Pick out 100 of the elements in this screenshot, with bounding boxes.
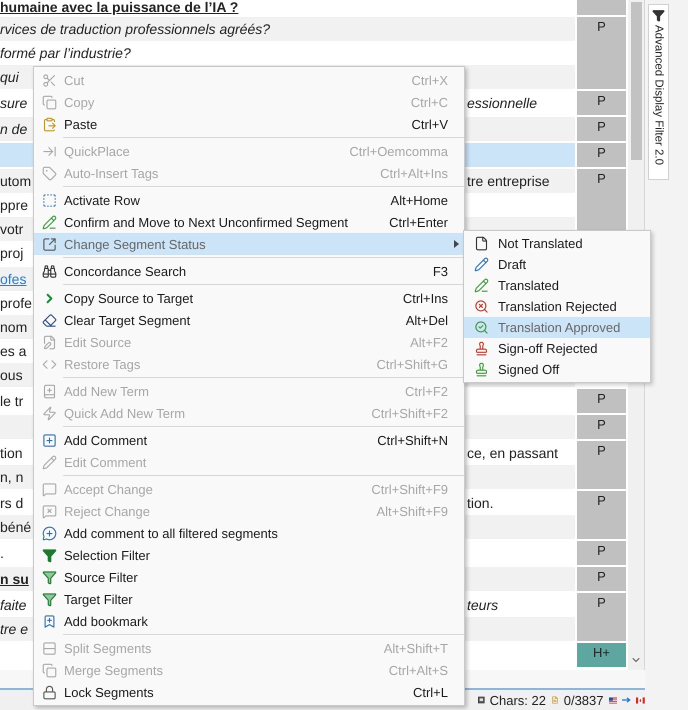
- scrollbar-thumb[interactable]: [630, 2, 642, 160]
- menu-item[interactable]: Concordance Search F3: [34, 260, 464, 282]
- word-count: 0/3837: [564, 692, 604, 708]
- menu-item[interactable]: Target Filter: [34, 588, 464, 610]
- segment-text: tre e: [0, 621, 28, 637]
- comment-plus-icon: [42, 526, 56, 540]
- rows-icon: [42, 640, 56, 656]
- eraser-icon: [42, 312, 56, 328]
- menu-item[interactable]: Translated: [464, 275, 650, 296]
- shortcut-text: Ctrl+X: [412, 72, 448, 88]
- binoculars-icon: [42, 264, 56, 278]
- menu-item[interactable]: Change Segment Status: [34, 233, 464, 255]
- pencil-icon: [474, 257, 488, 272]
- copy-icon: [42, 94, 56, 110]
- bookmark-plus-icon: [42, 614, 56, 628]
- segment-text: essionnelle: [467, 95, 538, 111]
- shortcut-text: Alt+Del: [406, 312, 448, 328]
- segment-text: rvices de traduction professionnels agréés?: [0, 21, 270, 37]
- segment-text: utom: [0, 173, 32, 189]
- dashed-square-icon: [42, 192, 56, 208]
- scissors-icon: [42, 72, 56, 88]
- segment-text: .: [0, 545, 4, 561]
- pencil-icon: [42, 454, 56, 470]
- menu-item[interactable]: Paste Ctrl+V: [34, 113, 464, 135]
- shortcut-text: Ctrl+F2: [405, 384, 448, 398]
- menu-item[interactable]: Sign-off Rejected: [464, 338, 650, 359]
- filter-icon: [652, 9, 665, 22]
- shortcut-text: Ctrl+Shift+N: [377, 432, 448, 448]
- status-cell: P: [577, 491, 626, 539]
- search-check-icon: [474, 320, 488, 335]
- segment-text: tion.: [467, 495, 494, 511]
- book-plus-icon: [42, 384, 56, 398]
- side-tab[interactable]: Advanced Display Filter 2.0: [648, 4, 669, 180]
- segment-text: tre entreprise: [467, 173, 550, 189]
- shortcut-text: Alt+Shift+T: [384, 640, 448, 656]
- status-cell: P: [577, 17, 626, 89]
- shortcut-text: F3: [432, 264, 448, 278]
- menu-item[interactable]: Add comment to all filtered segments: [34, 522, 464, 544]
- menu-item[interactable]: Source Filter: [34, 566, 464, 588]
- segment-text: profe: [0, 295, 32, 311]
- status-cell: P: [577, 441, 626, 489]
- menu-item[interactable]: Lock Segments Ctrl+L: [34, 681, 464, 703]
- square-arrow-icon: [42, 236, 56, 252]
- status-cell: P: [577, 593, 626, 641]
- menu-item[interactable]: Copy Source to Target Ctrl+Ins: [34, 287, 464, 309]
- menu-item[interactable]: Add bookmark: [34, 610, 464, 632]
- segment-text: le tr: [0, 393, 24, 409]
- shortcut-text: Alt+F2: [410, 334, 448, 350]
- link-text[interactable]: ofes: [0, 271, 26, 287]
- menu-item[interactable]: Activate Row Alt+Home: [34, 189, 464, 211]
- status-cell: P: [577, 143, 626, 167]
- pencil-icon: [42, 214, 56, 230]
- shortcut-text: Ctrl+Ins: [402, 290, 448, 306]
- shortcut-text: Ctrl+Shift+F9: [371, 482, 448, 496]
- segment-text: n, n: [0, 469, 24, 485]
- lightning-icon: [42, 406, 56, 420]
- flag-icon: [636, 694, 645, 706]
- menu-item[interactable]: Translation Rejected: [464, 296, 650, 317]
- segment-text: ce, en passant: [467, 445, 560, 461]
- segment-text: qui: [0, 69, 19, 85]
- menu-item[interactable]: Add Comment Ctrl+Shift+N: [34, 429, 464, 451]
- shortcut-text: Alt+Home: [390, 192, 448, 208]
- segment-text: ous: [0, 367, 23, 383]
- status-cell: P: [577, 389, 626, 413]
- flag-icon: [608, 694, 618, 706]
- arrow-icon: [622, 695, 632, 705]
- message-x-icon: [42, 504, 56, 518]
- stamp-icon: [474, 362, 488, 377]
- file-pen-icon: [42, 334, 56, 350]
- clipboard-icon: [42, 116, 56, 132]
- status-cell: P: [577, 117, 626, 141]
- status-cell: P: [577, 415, 626, 439]
- stamp-icon: [474, 341, 488, 356]
- shortcut-text: Ctrl+Enter: [389, 214, 448, 230]
- tag-icon: [42, 166, 56, 180]
- shortcut-text: Ctrl+Shift+F2: [371, 406, 448, 420]
- shortcut-text: Ctrl+V: [412, 116, 448, 132]
- segment-text: nom: [0, 319, 28, 335]
- status-cell: H+: [577, 643, 626, 667]
- menu-item[interactable]: Confirm and Move to Next Unconfirmed Segment Ctrl+Enter: [34, 211, 464, 233]
- segment-text: sure: [0, 95, 28, 111]
- submenu-arrow-icon: [454, 240, 458, 248]
- status-cell: P: [577, 567, 626, 591]
- pencil-icon: [474, 278, 488, 293]
- filter-icon: [42, 592, 56, 606]
- segment-text: humaine avec la puissance de l’IA ?: [0, 0, 238, 15]
- menu-item[interactable]: Selection Filter: [34, 544, 464, 566]
- menu-item[interactable]: Clear Target Segment Alt+Del: [34, 309, 464, 331]
- copy-icon: [42, 662, 56, 678]
- segment-text: rs d: [0, 495, 24, 511]
- segment-text: n su: [0, 571, 29, 587]
- segment-text: teurs: [467, 597, 500, 613]
- shortcut-text: Ctrl+Alt+S: [388, 662, 448, 678]
- segment-text: n de: [0, 121, 28, 137]
- shortcut-text: Ctrl+L: [412, 684, 448, 700]
- file-icon: [474, 236, 488, 251]
- menu-item[interactable]: Translation Approved: [464, 317, 650, 338]
- segment-text: es a: [0, 343, 26, 359]
- menu-item[interactable]: Signed Off: [464, 359, 650, 380]
- lock-icon: [42, 684, 56, 700]
